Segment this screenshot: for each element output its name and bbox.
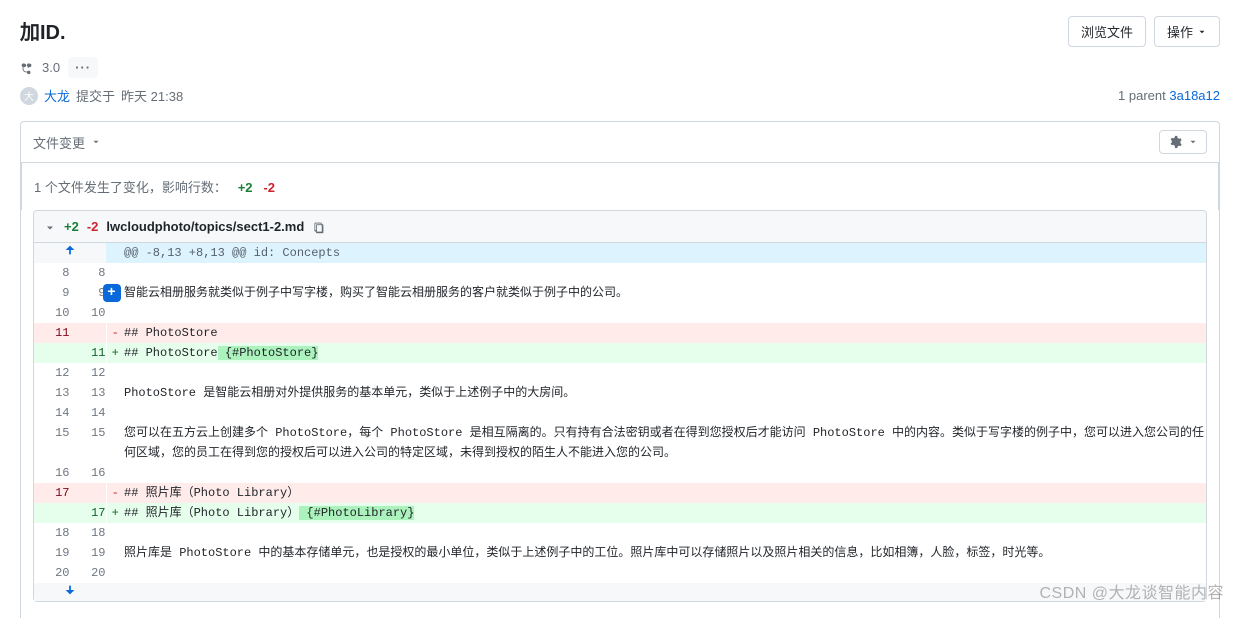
diff-line [124,523,1206,543]
line-number-new[interactable]: 12 [70,363,106,383]
file-path[interactable]: lwcloudphoto/topics/sect1-2.md [106,219,304,234]
author-link[interactable]: 大龙 [44,86,70,105]
changes-summary: 1 个文件发生了变化，影响行数： +2 -2 [21,163,1219,210]
additions-count: +2 [238,180,253,195]
line-number-new[interactable]: 10 [70,303,106,323]
line-number-new[interactable]: 14 [70,403,106,423]
branch-name[interactable]: 3.0 [42,60,60,75]
diff-table: @@ -8,13 +8,13 @@ id: Concepts8899+智能云相册… [34,243,1206,601]
tab-file-changes[interactable]: 文件变更 [33,133,101,152]
diff-line: 智能云相册服务就类似于例子中写字楼，购买了智能云相册服务的客户就类似于例子中的公… [124,283,1206,303]
diff-line [124,263,1206,283]
add-comment-button[interactable]: + [103,284,121,302]
hunk-header: @@ -8,13 +8,13 @@ id: Concepts [124,243,1206,263]
commit-time: 昨天 21:38 [121,86,183,105]
line-number-old[interactable]: 8 [34,263,70,283]
tab-label: 文件变更 [33,133,85,152]
line-number-old[interactable]: 20 [34,563,70,583]
line-number-new[interactable]: 15 [70,423,106,463]
line-number-new[interactable] [70,323,106,343]
diff-line: ## 照片库（Photo Library） [124,483,1206,503]
line-number-new[interactable]: 18 [70,523,106,543]
file-deletions: -2 [87,219,99,234]
actions-dropdown[interactable]: 操作 [1154,16,1220,47]
line-number-new[interactable]: 13 [70,383,106,403]
parent-label: 1 parent [1118,88,1166,103]
line-number-old[interactable]: 15 [34,423,70,463]
line-number-new[interactable]: 19 [70,543,106,563]
copy-path-button[interactable] [312,219,325,234]
chevron-down-icon [91,137,101,147]
line-number-old[interactable]: 10 [34,303,70,323]
line-number-new[interactable]: 11 [70,343,106,363]
chevron-down-icon [1188,137,1198,147]
diff-line [124,403,1206,423]
line-number-old[interactable] [34,503,70,523]
commit-title: 加ID. [20,16,66,45]
browse-files-button[interactable]: 浏览文件 [1068,16,1146,47]
line-number-old[interactable]: 19 [34,543,70,563]
diff-line: 照片库是 PhotoStore 中的基本存储单元，也是授权的最小单位，类似于上述… [124,543,1206,563]
avatar: 大 [20,87,38,105]
committed-label: 提交于 [76,86,115,105]
line-number-old[interactable] [34,343,70,363]
parent-sha-link[interactable]: 3a18a12 [1169,88,1220,103]
line-number-old[interactable]: 14 [34,403,70,423]
chevron-down-icon [1197,27,1207,37]
line-number-old[interactable]: 12 [34,363,70,383]
line-number-new[interactable]: 16 [70,463,106,483]
diff-line [124,303,1206,323]
line-number-old[interactable]: 16 [34,463,70,483]
line-number-old[interactable]: 18 [34,523,70,543]
diff-line: PhotoStore 是智能云相册对外提供服务的基本单元，类似于上述例子中的大房… [124,383,1206,403]
actions-label: 操作 [1167,22,1193,41]
collapse-toggle[interactable] [44,219,56,234]
gear-icon [1168,135,1182,149]
diff-line [124,363,1206,383]
copy-icon [312,221,325,234]
diff-line: ## PhotoStore [124,323,1206,343]
line-number-old[interactable]: 9 [34,283,70,303]
diff-line [124,463,1206,483]
diff-line: ## PhotoStore {#PhotoStore} [124,343,1206,363]
line-number-old[interactable]: 17 [34,483,70,503]
line-number-new[interactable]: 17 [70,503,106,523]
chevron-down-icon [44,222,56,234]
deletions-count: -2 [263,180,275,195]
line-number-new[interactable]: 9 [70,283,106,303]
line-number-new[interactable] [70,483,106,503]
diff-line [124,563,1206,583]
line-number-new[interactable]: 20 [70,563,106,583]
line-number-old[interactable]: 11 [34,323,70,343]
diff-settings-button[interactable] [1159,130,1207,154]
more-button[interactable]: ··· [68,57,98,78]
expand-up-button[interactable] [34,243,106,257]
expand-down-button[interactable] [34,583,106,597]
diff-line: 您可以在五方云上创建多个 PhotoStore，每个 PhotoStore 是相… [124,423,1206,463]
branch-icon [20,60,34,76]
diff-line: ## 照片库（Photo Library） {#PhotoLibrary} [124,503,1206,523]
line-number-old[interactable]: 13 [34,383,70,403]
line-number-new[interactable]: 8 [70,263,106,283]
file-additions: +2 [64,219,79,234]
